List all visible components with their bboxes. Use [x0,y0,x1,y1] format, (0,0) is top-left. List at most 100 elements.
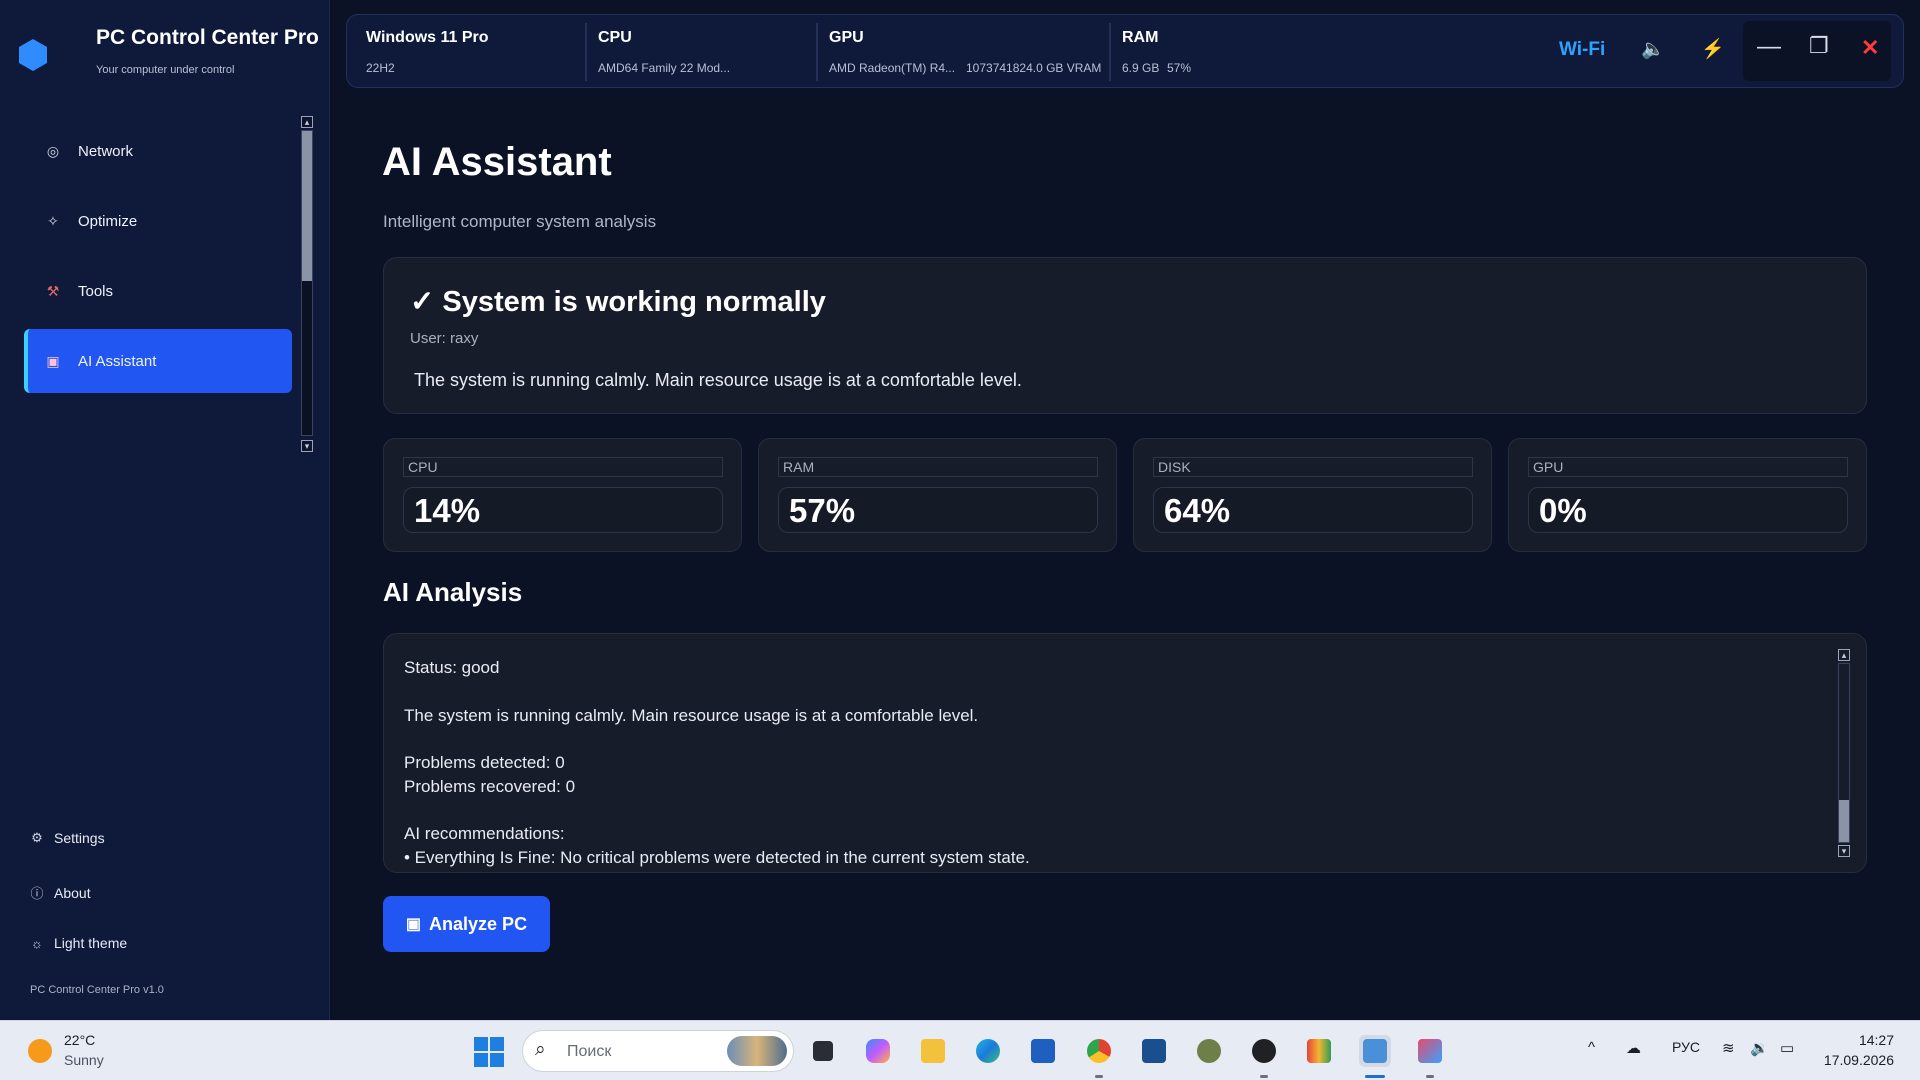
sidebar-scrollbar[interactable]: ▴ ▾ [300,116,314,452]
store-icon[interactable] [1027,1035,1059,1067]
settings-button[interactable]: ⚙ Settings [28,830,105,846]
system-info-bar: Windows 11 Pro 22H2 CPU AMD64 Family 22 … [346,14,1904,88]
problems-recovered: Problems recovered: 0 [404,776,576,796]
metric-label: GPU [1528,457,1848,477]
page-subtitle: Intelligent computer system analysis [383,212,657,231]
sun-icon: ☼ [31,935,43,951]
speaker-icon[interactable]: 🔈 [1641,37,1665,61]
cloud-offline-icon[interactable]: ☁ [1626,1039,1641,1057]
scroll-track[interactable] [1838,663,1850,843]
os-version: 22H2 [366,61,395,75]
recommendation-item: • Everything Is Fine: No critical proble… [404,847,1030,867]
robot-icon: ▣ [405,916,422,933]
analysis-text: Status: good The system is running calml… [404,656,1804,869]
clock-time: 14:27 [1858,1032,1894,1048]
recommendations-title: AI recommendations: [404,824,565,843]
metric-card-disk: DISK 64% [1133,438,1492,552]
close-icon[interactable]: ✕ [1861,35,1879,61]
folder-icon[interactable] [917,1035,949,1067]
divider [816,23,818,81]
tools-icon: ⚒ [46,282,60,299]
analysis-scrollbar[interactable]: ▴ ▾ [1837,649,1851,857]
analyze-pc-label: Analyze PC [429,913,528,934]
minimize-icon[interactable]: — [1757,33,1781,61]
language-indicator[interactable]: РУС [1672,1039,1700,1055]
show-hidden-icons-icon[interactable]: ^ [1588,1039,1595,1056]
ai-analysis-title: AI Analysis [383,577,523,607]
network-status[interactable]: Wi-Fi [1559,39,1605,61]
os-title: Windows 11 Pro [366,29,489,46]
volume-icon[interactable]: 🔉 [1750,1039,1769,1057]
sparkle-icon: ✧ [47,212,59,229]
settings-app-icon[interactable] [1193,1035,1225,1067]
scroll-track[interactable] [301,130,313,436]
light-theme-button[interactable]: ☼ Light theme [28,935,127,951]
about-button[interactable]: ⓘ About [28,883,91,902]
settings-label: Settings [54,830,105,846]
maximize-icon[interactable]: ❐ [1809,33,1829,59]
edge-icon[interactable] [972,1035,1004,1067]
metric-label: RAM [778,457,1098,477]
ai-analysis-output[interactable]: Status: good The system is running calml… [383,633,1867,873]
ram-usage: 57% [1167,61,1192,75]
scroll-thumb[interactable] [302,131,312,281]
problems-detected: Problems detected: 0 [404,753,565,772]
metric-value: 0% [1528,487,1848,533]
gear-icon: ⚙ [31,830,43,845]
sidebar-item-label: Tools [78,282,114,300]
sidebar-item-optimize[interactable]: ✧ Optimize [24,189,292,253]
gpu-name: AMD Radeon(TM) R4... [829,61,956,75]
sun-weather-icon[interactable] [28,1039,52,1063]
weather-temperature[interactable]: 22°C [64,1032,95,1048]
chatgpt-icon[interactable] [1248,1035,1280,1078]
chrome-icon[interactable] [1083,1035,1115,1078]
wifi-icon[interactable]: ≋ [1722,1039,1735,1057]
sidebar-item-label: AI Assistant [78,352,157,370]
sidebar-item-ai-assistant[interactable]: ▣ AI Assistant [24,329,292,393]
sidebar: PC Control Center Pro Your computer unde… [0,0,330,1020]
window-controls: — ❐ ✕ [1743,21,1891,81]
cpu-title: CPU [598,29,632,46]
file-explorer-icon[interactable] [807,1035,839,1067]
divider [1109,23,1111,81]
power-bolt-icon[interactable]: ⚡ [1701,37,1725,61]
battery-icon[interactable]: ▭ [1780,1039,1794,1057]
scroll-up-icon[interactable]: ▴ [1838,649,1850,661]
search-icon: ⌕ [535,1039,546,1060]
sidebar-item-tools[interactable]: ⚒ Tools [24,259,292,323]
taskbar-search[interactable]: ⌕ Поиск [522,1030,794,1072]
metric-card-ram: RAM 57% [758,438,1117,552]
snipping-tool-icon[interactable] [1414,1035,1446,1078]
about-label: About [54,884,91,901]
metric-value: 64% [1153,487,1473,533]
app-logo-icon [19,39,47,71]
scroll-up-icon[interactable]: ▴ [301,116,313,128]
gpu-title: GPU [829,29,864,46]
notepad-icon[interactable] [1359,1035,1391,1078]
page-title: AI Assistant [382,140,612,184]
system-status-card: ✓ System is working normally User: raxy … [383,257,1867,414]
sidebar-item-label: Network [78,142,134,160]
system-clock[interactable]: 14:27 17.09.2026 [1824,1030,1894,1070]
scroll-thumb[interactable] [1839,800,1849,842]
clock-date: 17.09.2026 [1823,1052,1894,1068]
scroll-down-icon[interactable]: ▾ [1838,845,1850,857]
ram-title: RAM [1122,29,1159,46]
search-placeholder: Поиск [567,1043,612,1060]
app-icon[interactable] [1138,1035,1170,1067]
analysis-description: The system is running calmly. Main resou… [404,705,979,725]
status-user: User: raxy [410,330,479,347]
sidebar-item-network[interactable]: ◎ Network [24,119,292,183]
robot-icon: ▣ [46,352,60,369]
weather-condition[interactable]: Sunny [64,1052,104,1068]
status-heading: ✓ System is working normally [410,286,826,318]
ram-total: 6.9 GB [1122,61,1160,75]
network-icon: ◎ [46,142,60,159]
gmail-icon[interactable] [1303,1035,1335,1067]
info-icon: ⓘ [30,886,44,901]
scroll-down-icon[interactable]: ▾ [301,440,313,452]
start-button[interactable] [474,1037,504,1067]
analyze-pc-button[interactable]: ▣ Analyze PC [383,896,550,952]
light-theme-label: Light theme [54,935,128,951]
copilot-icon[interactable] [862,1035,894,1067]
